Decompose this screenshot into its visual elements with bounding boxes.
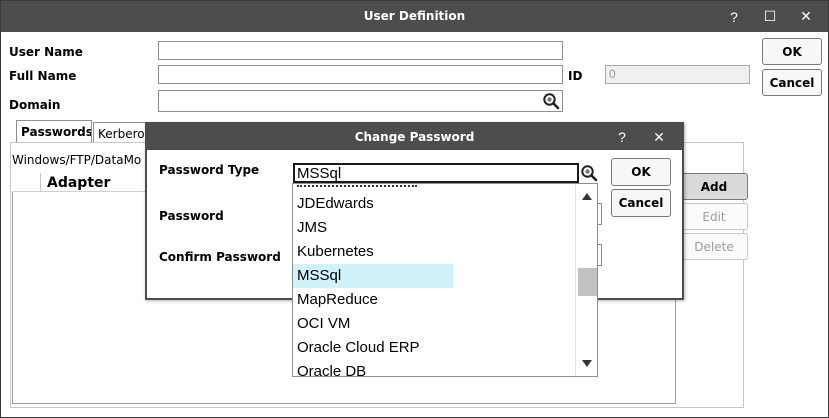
- close-icon[interactable]: ✕: [791, 1, 821, 32]
- add-button[interactable]: Add: [680, 173, 748, 200]
- window-title: User Definition: [363, 9, 466, 23]
- domain-search-icon[interactable]: [542, 92, 560, 110]
- partially-hidden-item: [293, 184, 576, 189]
- ok-button[interactable]: OK: [762, 38, 822, 65]
- column-header-adapter[interactable]: Adapter: [47, 175, 110, 191]
- maximize-icon[interactable]: ☐: [755, 1, 785, 32]
- tab-passwords[interactable]: Passwords: [16, 120, 92, 142]
- id-label: ID: [568, 69, 583, 83]
- dialog-close-icon[interactable]: ✕: [644, 124, 674, 150]
- dialog-cancel-button[interactable]: Cancel: [611, 189, 671, 217]
- list-item[interactable]: MapReduce: [293, 288, 453, 312]
- passwords-section-label: Windows/FTP/DataMo: [12, 153, 142, 167]
- help-icon[interactable]: ?: [719, 1, 749, 32]
- list-item[interactable]: JDEdwards: [293, 192, 453, 216]
- dropdown-scrollbar[interactable]: [575, 184, 597, 376]
- password-label: Password: [159, 209, 224, 223]
- list-item-selected[interactable]: MSSql: [293, 264, 453, 288]
- list-item[interactable]: OCI VM: [293, 312, 453, 336]
- password-type-dropdown[interactable]: JDEdwards JMS Kubernetes MSSql MapReduce…: [292, 183, 598, 377]
- full-name-label: Full Name: [9, 69, 77, 83]
- cancel-button[interactable]: Cancel: [762, 69, 822, 96]
- dialog-ok-button[interactable]: OK: [611, 158, 671, 186]
- user-name-input[interactable]: [158, 41, 563, 60]
- edit-button[interactable]: Edit: [680, 203, 748, 230]
- dialog-help-icon[interactable]: ?: [607, 124, 637, 150]
- clipped-item-text: [297, 184, 417, 187]
- domain-input[interactable]: [158, 90, 563, 112]
- list-item[interactable]: JMS: [293, 216, 453, 240]
- scroll-down-icon[interactable]: [582, 360, 592, 367]
- user-name-label: User Name: [9, 45, 83, 59]
- list-item[interactable]: Oracle Cloud ERP: [293, 336, 453, 360]
- list-item[interactable]: Oracle DB: [293, 360, 453, 376]
- delete-button[interactable]: Delete: [680, 233, 748, 260]
- password-type-label: Password Type: [159, 163, 260, 177]
- table-column-divider: [40, 173, 41, 192]
- dialog-title: Change Password: [354, 130, 475, 144]
- scroll-up-icon[interactable]: [582, 193, 592, 200]
- id-field: 0: [605, 65, 750, 84]
- confirm-password-label: Confirm Password: [159, 250, 281, 264]
- password-type-search-icon[interactable]: [580, 164, 598, 182]
- domain-label: Domain: [9, 98, 61, 112]
- dialog-titlebar[interactable]: Change Password ? ✕: [147, 124, 682, 150]
- password-type-input[interactable]: MSSql: [293, 163, 579, 183]
- full-name-input[interactable]: [158, 65, 563, 84]
- scrollbar-thumb[interactable]: [578, 268, 597, 296]
- window-titlebar[interactable]: User Definition ? ☐ ✕: [1, 1, 828, 32]
- list-item[interactable]: Kubernetes: [293, 240, 453, 264]
